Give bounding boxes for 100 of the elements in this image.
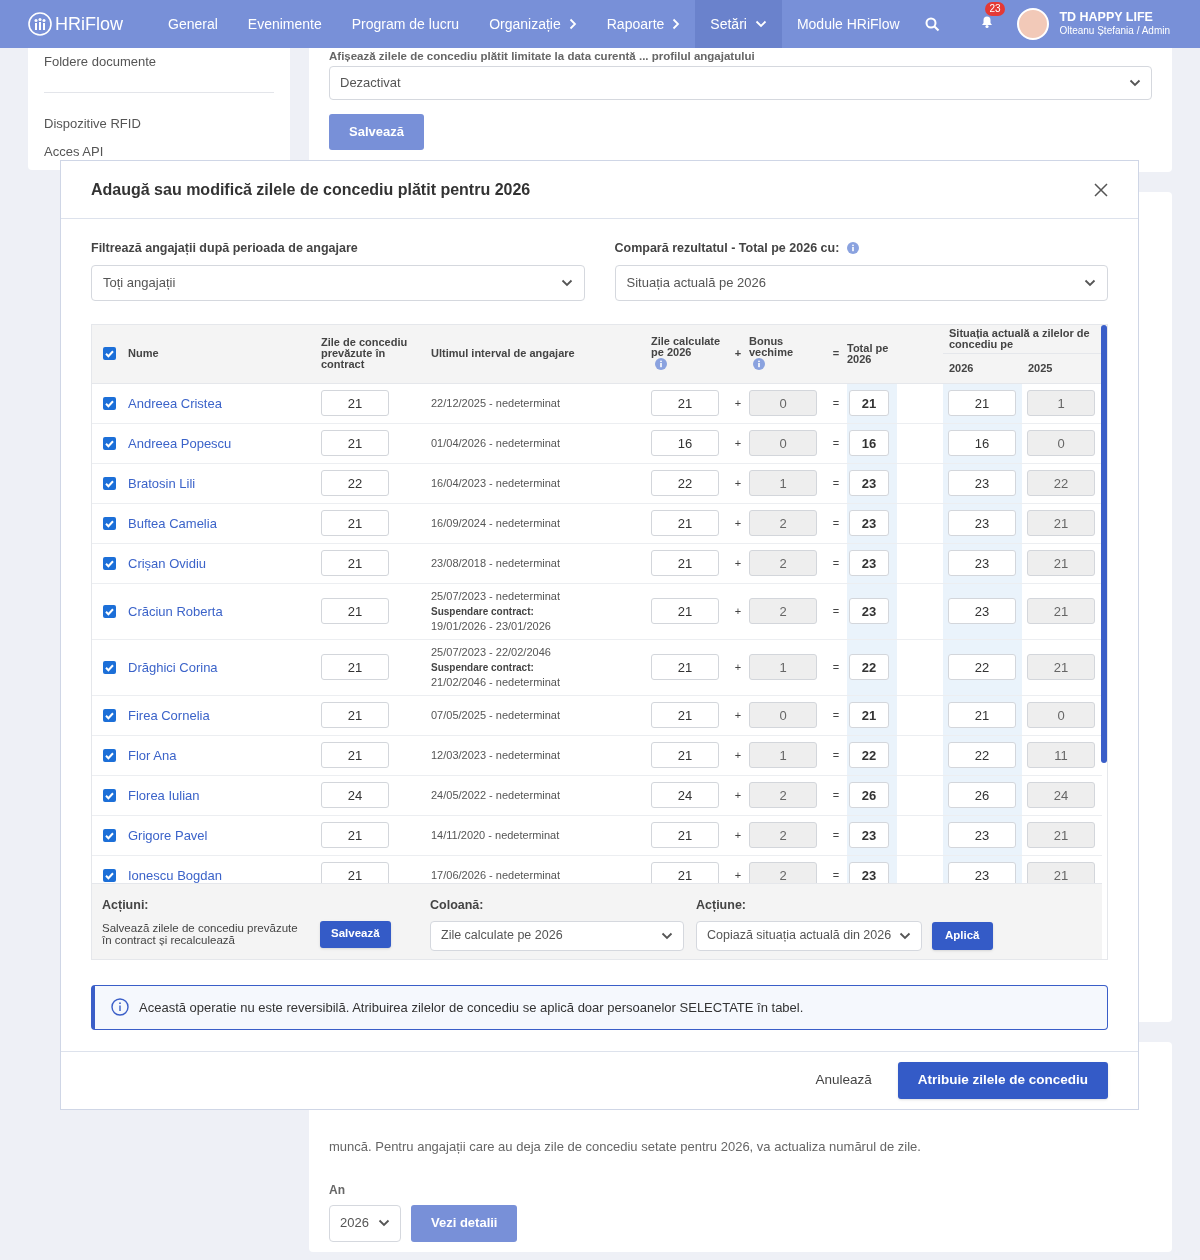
interval-text: 01/04/2026 - nedeterminat <box>431 435 561 451</box>
number-field[interactable]: 16 <box>849 430 889 457</box>
number-field[interactable]: 22 <box>651 470 719 497</box>
apply-button[interactable]: Aplică <box>932 921 993 950</box>
employee-link[interactable]: Firea Cornelia <box>128 705 210 725</box>
number-field[interactable]: 23 <box>849 862 889 883</box>
employee-link[interactable]: Grigore Pavel <box>128 825 208 845</box>
number-field[interactable]: 21 <box>651 510 719 537</box>
column-header[interactable]: Zile de concediu prevăzute în contract <box>321 337 431 371</box>
number-field[interactable]: 21 <box>651 598 719 625</box>
setting-select[interactable]: Dezactivat <box>329 66 1152 100</box>
number-field[interactable]: 23 <box>849 510 889 537</box>
column-header[interactable]: Ultimul interval de angajare <box>431 348 575 360</box>
checkbox[interactable] <box>103 828 116 842</box>
number-field[interactable]: 26 <box>948 782 1016 809</box>
number-field[interactable]: 26 <box>849 782 889 809</box>
year-select[interactable]: 2026 <box>329 1204 401 1242</box>
checkbox[interactable] <box>103 708 116 722</box>
checkbox[interactable] <box>103 868 116 882</box>
number-field[interactable]: 23 <box>948 822 1016 849</box>
number-field[interactable]: 21 <box>321 390 389 417</box>
number-field[interactable]: 21 <box>321 742 389 769</box>
number-field[interactable]: 21 <box>948 702 1016 729</box>
employee-link[interactable]: Drăghici Corina <box>128 657 218 677</box>
number-field[interactable]: 21 <box>651 702 719 729</box>
column-header[interactable]: Zile calculate pe 2026 <box>651 335 723 358</box>
checkbox[interactable] <box>103 556 116 570</box>
cancel-button[interactable]: Anulează <box>815 1070 872 1091</box>
compare-select[interactable]: Situația actuală pe 2026 <box>614 264 1108 301</box>
number-field[interactable]: 23 <box>849 598 889 625</box>
checkbox[interactable] <box>103 347 116 361</box>
search-icon <box>924 16 940 32</box>
column-header[interactable]: = <box>832 348 840 360</box>
sidebar-item[interactable]: Acces API <box>44 142 274 162</box>
column-header[interactable]: 2026 <box>949 362 974 374</box>
number-field[interactable]: 21 <box>948 390 1016 417</box>
number-field[interactable]: 21 <box>321 654 389 681</box>
number-field[interactable]: 21 <box>321 510 389 537</box>
number-field[interactable]: 21 <box>651 862 719 883</box>
checkbox[interactable] <box>103 604 116 618</box>
submit-button[interactable]: Atribuie zilele de concediu <box>897 1062 1108 1099</box>
number-field[interactable]: 21 <box>651 742 719 769</box>
checkbox[interactable] <box>103 476 116 490</box>
number-field[interactable]: 23 <box>849 822 889 849</box>
number-field[interactable]: 23 <box>948 862 1016 883</box>
number-field[interactable]: 22 <box>849 742 889 769</box>
column-select[interactable]: Zile calculate pe 2026 <box>430 920 684 951</box>
number-field[interactable]: 23 <box>948 470 1016 497</box>
checkbox[interactable] <box>103 436 116 450</box>
number-field[interactable]: 21 <box>849 702 889 729</box>
checkbox[interactable] <box>103 396 116 410</box>
number-field[interactable]: 24 <box>651 782 719 809</box>
chevron-down-icon <box>899 931 911 940</box>
number-field[interactable]: 22 <box>321 470 389 497</box>
chevron-down-icon <box>661 931 673 940</box>
number-field[interactable]: 21 <box>651 822 719 849</box>
sidebar-item[interactable]: Dispozitive RFID <box>44 113 274 133</box>
nav-item[interactable]: Setări <box>695 0 782 48</box>
number-field[interactable]: 22 <box>849 654 889 681</box>
number-field[interactable]: 24 <box>321 782 389 809</box>
employee-link[interactable]: Florea Iulian <box>128 785 200 805</box>
employee-link[interactable]: Andreea Cristea <box>128 393 222 413</box>
number-field[interactable]: 21 <box>321 430 389 457</box>
save-button[interactable]: Salvează <box>320 920 391 948</box>
number-field[interactable]: 22 <box>948 654 1016 681</box>
checkbox[interactable] <box>103 748 116 762</box>
number-field[interactable]: 21 <box>321 550 389 577</box>
column-header[interactable]: + <box>734 348 742 360</box>
employee-link[interactable]: Crișan Ovidiu <box>128 553 207 573</box>
column-header[interactable]: Nume <box>128 348 159 360</box>
number-field[interactable]: 21 <box>651 390 719 417</box>
number-field[interactable]: 16 <box>948 430 1016 457</box>
scrollbar-thumb[interactable] <box>1101 324 1107 763</box>
column-header[interactable]: Total pe 2026 <box>847 342 893 365</box>
checkbox[interactable] <box>103 788 116 802</box>
employee-link[interactable]: Andreea Popescu <box>128 433 232 453</box>
number-field[interactable]: 16 <box>651 430 719 457</box>
number-field[interactable]: 21 <box>849 390 889 417</box>
number-field[interactable]: 21 <box>321 822 389 849</box>
checkbox[interactable] <box>103 660 116 674</box>
number-field[interactable]: 21 <box>321 702 389 729</box>
number-field[interactable]: 23 <box>849 470 889 497</box>
number-field[interactable]: 21 <box>321 862 389 883</box>
filter-select[interactable]: Toți angajații <box>91 264 585 301</box>
employee-link[interactable]: Ionescu Bogdan <box>128 865 222 883</box>
checkbox[interactable] <box>103 516 116 530</box>
number-field[interactable]: 23 <box>948 510 1016 537</box>
number-field[interactable]: 23 <box>948 550 1016 577</box>
employee-link[interactable]: Flor Ana <box>128 745 177 765</box>
column-group-header: Situația actuală a zilelor de concediu pe <box>949 327 1091 350</box>
employee-link[interactable]: Crăciun Roberta <box>128 601 223 621</box>
action-select[interactable]: Copiază situația actuală din 2026 <box>696 920 922 951</box>
number-field[interactable]: 21 <box>651 550 719 577</box>
number-field[interactable]: 23 <box>948 598 1016 625</box>
employee-link[interactable]: Buftea Camelia <box>128 513 217 533</box>
employee-link[interactable]: Bratosin Lili <box>128 473 196 493</box>
number-field[interactable]: 23 <box>849 550 889 577</box>
number-field[interactable]: 22 <box>948 742 1016 769</box>
number-field[interactable]: 21 <box>651 654 719 681</box>
number-field[interactable]: 21 <box>321 598 389 625</box>
